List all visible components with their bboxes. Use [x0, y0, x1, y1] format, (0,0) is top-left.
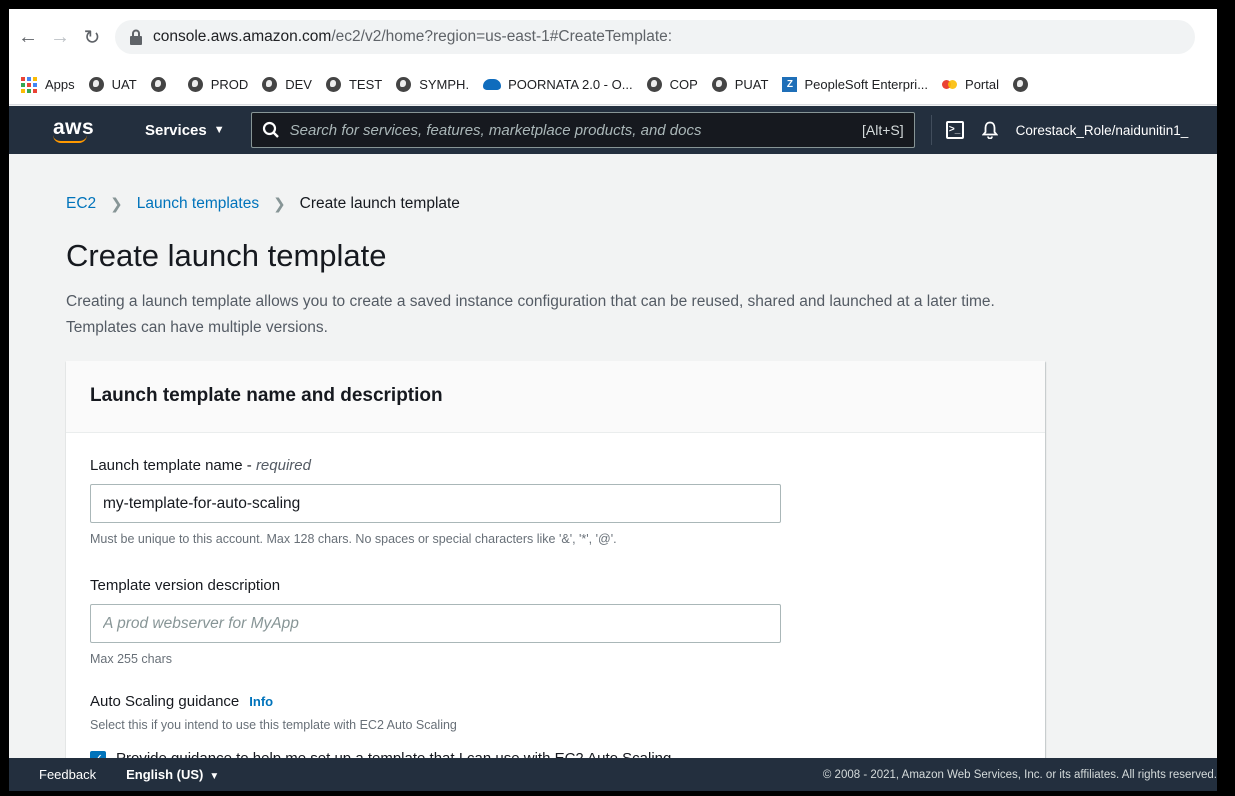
globe-icon — [150, 77, 166, 92]
bookmark-peoplesoft[interactable]: Z PeopleSoft Enterpri... — [782, 77, 928, 92]
bookmark-puat[interactable]: PUAT — [711, 77, 768, 92]
reload-icon[interactable]: ↻ — [79, 25, 105, 50]
globe-icon — [711, 77, 727, 92]
breadcrumb: EC2 ❯ Launch templates ❯ Create launch t… — [66, 195, 460, 213]
search-icon — [262, 121, 279, 138]
globe-icon — [646, 77, 662, 92]
search-shortcut: [Alt+S] — [861, 122, 904, 138]
template-name-hint: Must be unique to this account. Max 128 … — [90, 532, 617, 546]
template-version-description-label: Template version description — [90, 577, 281, 594]
language-selector[interactable]: English (US) ▼ — [126, 767, 219, 782]
bell-icon[interactable] — [981, 121, 998, 139]
caret-down-icon: ▼ — [209, 771, 220, 782]
copyright-text: © 2008 - 2021, Amazon Web Services, Inc.… — [822, 768, 1217, 781]
services-search-input[interactable]: Search for services, features, marketpla… — [250, 112, 915, 148]
bookmark-uat[interactable]: UAT — [88, 77, 137, 92]
auto-scaling-guidance-hint: Select this if you intend to use this te… — [90, 718, 457, 732]
bookmark-portal[interactable]: Portal — [942, 77, 999, 92]
chevron-right-icon: ❯ — [110, 196, 123, 213]
globe-icon — [187, 77, 203, 92]
name-description-panel: Launch template name and description Lau… — [66, 361, 1045, 781]
bookmark-poornata[interactable]: POORNATA 2.0 - O... — [483, 77, 633, 92]
globe-icon — [325, 77, 341, 92]
bookmarks-bar: Apps UAT PROD DEV TEST SYMPH. POORNATA 2… — [9, 65, 1217, 105]
panel-title: Launch template name and description — [66, 361, 1045, 433]
services-menu-button[interactable]: Services ▼ — [145, 122, 225, 139]
bookmark-unnamed[interactable] — [150, 77, 174, 92]
peoplesoft-icon: Z — [782, 77, 798, 92]
caret-down-icon: ▼ — [213, 124, 225, 136]
chevron-right-icon: ❯ — [273, 196, 286, 213]
globe-icon — [396, 77, 412, 92]
back-arrow-icon[interactable]: ← — [15, 26, 41, 49]
lock-icon — [130, 29, 142, 45]
auto-scaling-info-link[interactable]: Info — [249, 694, 273, 709]
bookmark-dev[interactable]: DEV — [262, 77, 312, 92]
page-description: Creating a launch template allows you to… — [66, 293, 995, 336]
address-bar[interactable]: console.aws.amazon.com/ec2/v2/home?regio… — [115, 20, 1195, 54]
bookmark-cop[interactable]: COP — [646, 77, 698, 92]
bookmark-prod[interactable]: PROD — [187, 77, 248, 92]
account-role-menu[interactable]: Corestack_Role/naidunitin1_ — [1016, 123, 1189, 138]
bookmark-symph[interactable]: SYMPH. — [396, 77, 469, 92]
cloudshell-icon[interactable]: >_ — [945, 121, 964, 139]
breadcrumb-ec2[interactable]: EC2 — [66, 195, 96, 213]
template-version-description-hint: Max 255 chars — [90, 652, 172, 666]
forward-arrow-icon[interactable]: → — [47, 26, 73, 49]
bookmark-apps[interactable]: Apps — [21, 76, 75, 93]
page-title: Create launch template — [66, 238, 387, 273]
template-name-label: Launch template name - required — [90, 457, 311, 474]
aws-top-nav: aws Services ▼ Search for services, feat… — [9, 106, 1217, 154]
portal-icon — [942, 79, 958, 91]
globe-icon — [88, 77, 104, 92]
apps-grid-icon — [21, 76, 37, 93]
globe-icon — [262, 77, 278, 92]
breadcrumb-current: Create launch template — [299, 195, 460, 212]
breadcrumb-launch-templates[interactable]: Launch templates — [137, 195, 259, 213]
cloud-icon — [483, 79, 502, 90]
bookmark-test[interactable]: TEST — [325, 77, 382, 92]
feedback-link[interactable]: Feedback — [39, 767, 96, 782]
auto-scaling-guidance-label: Auto Scaling guidance Info — [90, 693, 274, 710]
browser-window: ← → ↻ console.aws.amazon.com/ec2/v2/home… — [9, 9, 1217, 791]
bookmark-more[interactable] — [1013, 77, 1036, 92]
template-name-input[interactable] — [90, 484, 781, 523]
console-footer: Feedback English (US) ▼ © 2008 - 2021, Am… — [9, 758, 1217, 791]
template-version-description-input[interactable] — [90, 604, 781, 643]
main-content: EC2 ❯ Launch templates ❯ Create launch t… — [9, 154, 1217, 781]
search-placeholder: Search for services, features, marketpla… — [289, 121, 702, 139]
url-host: console.aws.amazon.com — [153, 28, 332, 45]
globe-icon — [1013, 77, 1028, 92]
browser-toolbar: ← → ↻ console.aws.amazon.com/ec2/v2/home… — [9, 9, 1217, 65]
aws-logo[interactable]: aws — [53, 117, 94, 143]
url-path: /ec2/v2/home?region=us-east-1#CreateTemp… — [331, 28, 673, 45]
nav-divider — [930, 115, 932, 145]
